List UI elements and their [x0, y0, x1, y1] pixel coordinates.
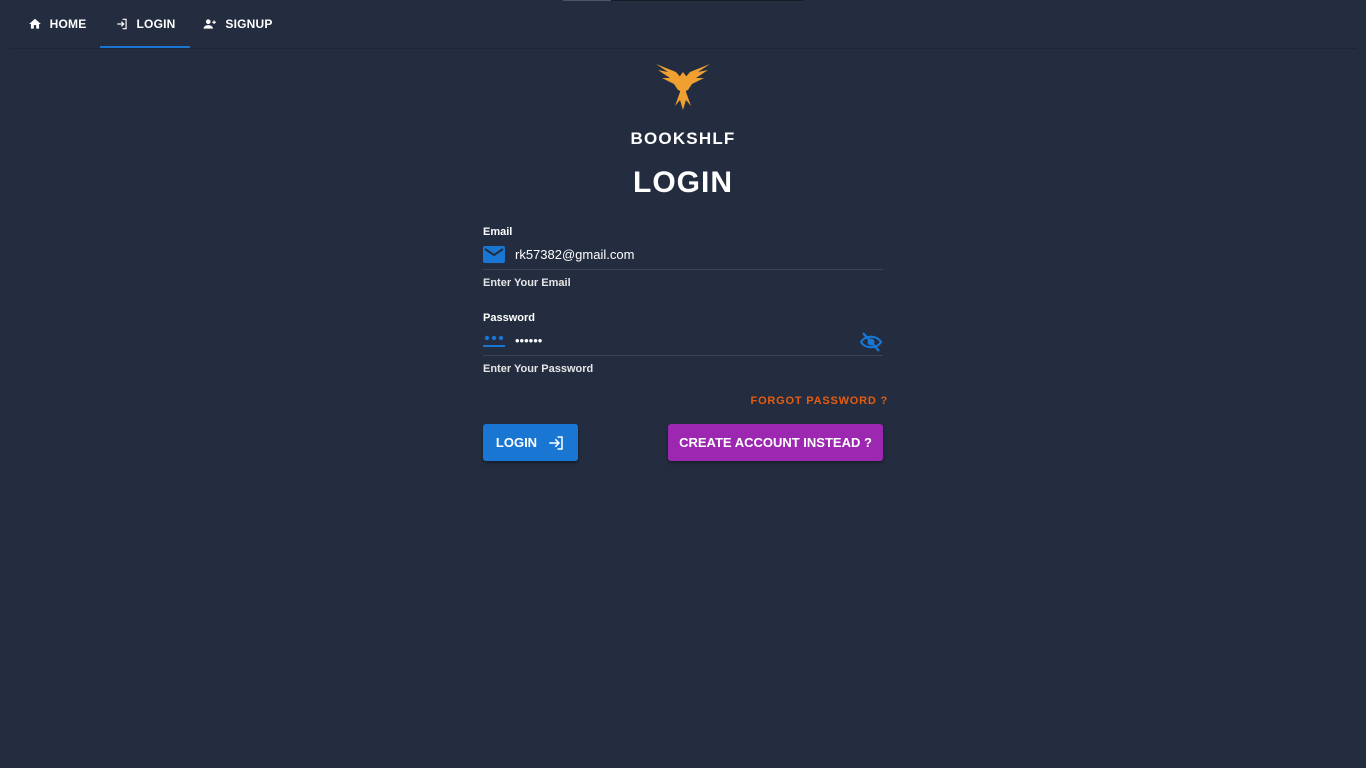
tab-signup[interactable]: SIGNUP	[196, 0, 280, 48]
forgot-password-link[interactable]: FORGOT PASSWORD ?	[740, 395, 888, 407]
tab-home-label: HOME	[49, 17, 87, 31]
nav-divider	[10, 48, 1356, 49]
eagle-logo	[656, 64, 710, 110]
eye-off-icon[interactable]	[859, 331, 883, 353]
mail-icon	[483, 246, 505, 263]
tab-login-label: LOGIN	[136, 17, 176, 31]
create-account-label: CREATE ACCOUNT INSTEAD ?	[679, 435, 872, 450]
tab-home[interactable]: HOME	[20, 0, 94, 48]
login-button-label: LOGIN	[495, 435, 538, 450]
login-button[interactable]: LOGIN	[483, 424, 578, 461]
email-field-row	[483, 242, 883, 270]
create-account-button[interactable]: CREATE ACCOUNT INSTEAD ?	[668, 424, 883, 461]
page-title: LOGIN	[633, 166, 733, 199]
password-input[interactable]	[515, 328, 845, 354]
email-helper-text: Enter Your Email	[483, 277, 571, 289]
scroll-indicator	[563, 0, 803, 1]
password-label: Password	[483, 312, 535, 324]
brand-name: BOOKSHLF	[630, 129, 736, 148]
top-navigation: HOME LOGIN SIGNUP	[0, 0, 1366, 48]
password-helper-text: Enter Your Password	[483, 363, 594, 375]
login-icon	[549, 435, 563, 450]
email-label: Email	[483, 226, 513, 238]
password-dots-icon	[483, 335, 505, 347]
tab-signup-label: SIGNUP	[225, 17, 273, 31]
email-input[interactable]	[515, 242, 845, 268]
login-icon	[116, 18, 127, 30]
person-add-icon	[203, 19, 217, 29]
tab-login[interactable]: LOGIN	[100, 0, 190, 48]
password-field-row	[483, 328, 883, 356]
home-icon	[28, 18, 41, 29]
